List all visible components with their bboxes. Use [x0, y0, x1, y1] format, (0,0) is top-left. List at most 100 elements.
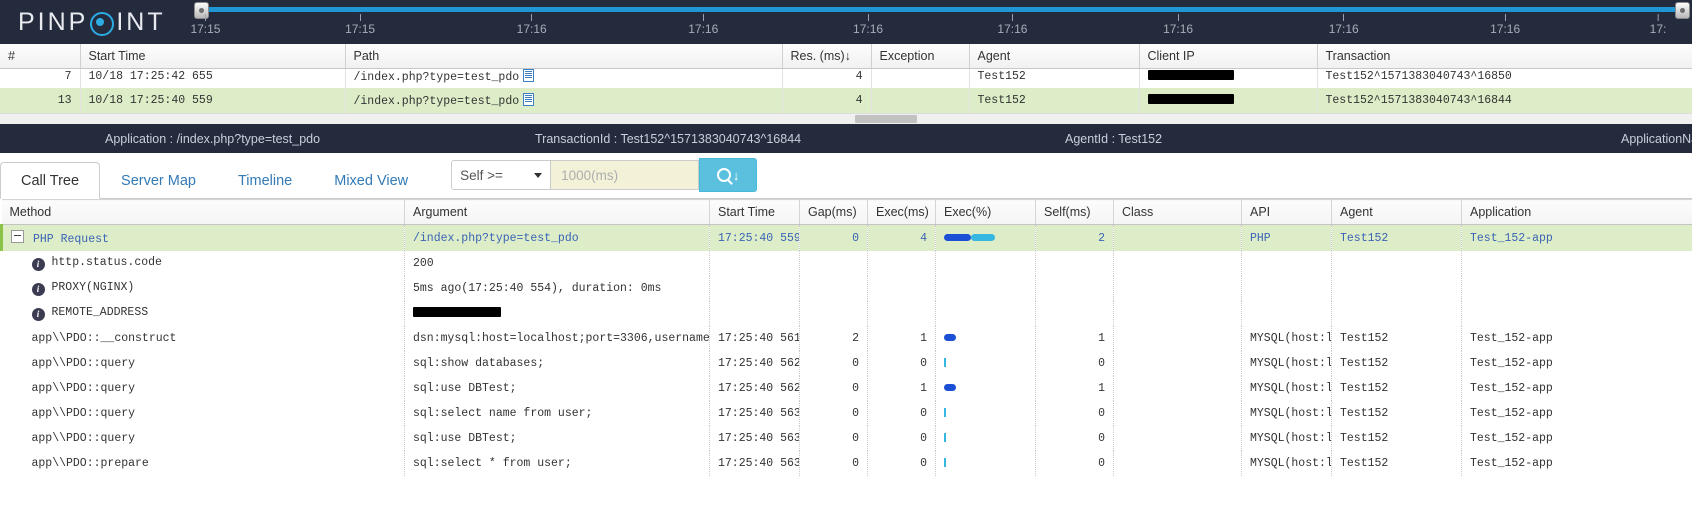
ct-cell-api [1241, 276, 1332, 301]
ct-col-class[interactable]: Class [1113, 199, 1242, 225]
table-row[interactable]: 7 10/18 17:25:42 655/index.php?type=test_… [0, 68, 1692, 88]
ct-cell-start-time: 17:25:40 563 [709, 426, 800, 451]
search-button[interactable]: ↓ [699, 158, 758, 192]
ct-cell-class [1113, 224, 1242, 251]
call-tree-table: Method Argument Start Time Gap(ms) Exec(… [0, 199, 1692, 476]
ct-col-start-time[interactable]: Start Time [709, 199, 800, 225]
info-icon: i [31, 308, 45, 321]
ct-method-label: PROXY(NGINX) [51, 281, 135, 294]
top-navigation-bar: PINP INT 17:15 17:15 17:16 17:16 17:16 17:16 1… [0, 0, 1692, 44]
col-header-transaction[interactable]: Transaction [1317, 44, 1692, 69]
ct-argument-label: sql:select name from user; [413, 407, 593, 420]
ct-argument-label: sql:select * from user; [413, 457, 572, 470]
table-row[interactable]: 13 10/18 17:25:40 559/index.php?type=test… [0, 88, 1692, 113]
document-icon[interactable] [523, 93, 535, 106]
ct-col-application[interactable]: Application [1461, 199, 1692, 225]
ct-cell-argument: sql:use DBTest; [404, 426, 710, 451]
ct-cell-api [1241, 301, 1332, 326]
time-range-slider[interactable]: 17:15 17:15 17:16 17:16 17:16 17:16 17:16 17:16… [180, 0, 1692, 44]
ct-col-exec-ms[interactable]: Exec(ms) [867, 199, 936, 225]
ct-col-exec-pct[interactable]: Exec(%) [935, 199, 1036, 225]
ct-cell-gap-ms: 0 [799, 451, 868, 476]
exec-bar-self [944, 384, 956, 392]
ct-col-argument[interactable]: Argument [404, 199, 710, 225]
ct-cell-class [1113, 276, 1242, 301]
col-header-client-ip[interactable]: Client IP [1139, 44, 1318, 69]
redacted-ip-block [1147, 94, 1234, 104]
call-tree-row[interactable]: i REMOTE_ADDRESS [1, 301, 1692, 326]
call-tree-row[interactable]: app\\PDO::query sql:show databases; 17:25:… [1, 351, 1692, 376]
tick-mark [1504, 14, 1506, 21]
ct-cell-start-time: 17:25:40 562 [709, 351, 800, 376]
ct-argument-label: 200 [413, 257, 434, 270]
ct-cell-exec-ms: 0 [867, 426, 936, 451]
call-tree-row[interactable]: app\\PDO::query sql:use DBTest; 17:25:40 5… [1, 426, 1692, 451]
call-tree-row[interactable]: app\\PDO::__construct dsn:mysql:host=loca… [1, 326, 1692, 351]
ct-cell-method: app\\PDO::query [1, 426, 405, 451]
ct-cell-self-ms: 1 [1035, 326, 1114, 351]
scrollbar-thumb[interactable] [855, 115, 917, 123]
ct-argument-label: sql:use DBTest; [413, 382, 517, 395]
document-icon[interactable] [523, 69, 535, 82]
info-transaction-id: TransactionId : Test152^1571383040743^16… [535, 131, 802, 146]
ct-cell-gap-ms [799, 301, 868, 326]
timeline-tick-6: 17:16 [1163, 14, 1193, 36]
col-header-num[interactable]: # [0, 44, 81, 69]
ct-col-self-ms[interactable]: Self(ms) [1035, 199, 1114, 225]
col-header-start-time[interactable]: Start Time [80, 44, 346, 69]
ct-cell-argument: sql:show databases; [404, 351, 710, 376]
ct-cell-method: PHP Request [0, 224, 405, 251]
col-header-exception[interactable]: Exception [871, 44, 970, 69]
ct-cell-argument: sql:select * from user; [404, 451, 710, 476]
col-header-path[interactable]: Path [345, 44, 783, 69]
tick-mark [531, 14, 533, 21]
logo-text-right: INT [116, 7, 166, 36]
ct-cell-start-time [709, 251, 800, 276]
ct-cell-start-time: 17:25:40 563 [709, 401, 800, 426]
ct-cell-application [1461, 276, 1692, 301]
ct-cell-method: app\\PDO::query [1, 376, 405, 401]
tab-call-tree[interactable]: Call Tree [0, 162, 101, 199]
col-header-res-ms-label: Res. (ms) [790, 49, 845, 63]
timeline-tick-axis: 17:15 17:15 17:16 17:16 17:16 17:16 17:16 17:16… [180, 14, 1692, 44]
timeline-tick-8: 17:16 [1490, 14, 1520, 36]
pinpoint-logo[interactable]: PINP INT [18, 8, 166, 37]
ct-col-method[interactable]: Method [1, 199, 405, 225]
call-tree-row[interactable]: app\\PDO::query sql:select name from user… [1, 401, 1692, 426]
ct-cell-exec-percent-bar [935, 251, 1036, 276]
cell-num: 7 [0, 68, 81, 88]
call-tree-row[interactable]: i PROXY(NGINX) 5ms ago(17:25:40 554), dura… [1, 276, 1692, 301]
filter-condition-select[interactable]: Self >= [451, 160, 552, 190]
call-tree-row[interactable]: app\\PDO::prepare sql:select * from user;… [1, 451, 1692, 476]
ct-method-label: app\\PDO::query [31, 432, 136, 445]
col-header-agent[interactable]: Agent [969, 44, 1140, 69]
call-tree-row[interactable]: app\\PDO::query sql:use DBTest; 17:25:40 5… [1, 376, 1692, 401]
collapse-toggle-icon[interactable] [11, 230, 24, 243]
ct-col-gap-ms[interactable]: Gap(ms) [799, 199, 868, 225]
call-tree-row[interactable]: i http.status.code 200 [1, 251, 1692, 276]
ct-cell-exec-percent-bar [935, 376, 1036, 401]
ct-cell-argument: /index.php?type=test_pdo [404, 224, 710, 251]
ct-argument-label: sql:show databases; [413, 357, 545, 370]
ct-col-api[interactable]: API [1241, 199, 1332, 225]
ct-cell-exec-ms: 0 [867, 401, 936, 426]
tick-label: 17:15 [345, 22, 376, 36]
ct-cell-method: i PROXY(NGINX) [1, 276, 405, 301]
ct-col-agent[interactable]: Agent [1331, 199, 1462, 225]
ct-cell-api [1241, 251, 1332, 276]
tab-server-map[interactable]: Server Map [100, 162, 217, 199]
slider-track[interactable] [198, 7, 1686, 12]
ct-cell-argument: sql:use DBTest; [404, 376, 710, 401]
tick-label: 17:16 [516, 22, 547, 36]
call-tree-root-row[interactable]: PHP Request/index.php?type=test_pdo 17:25… [0, 224, 1692, 251]
transaction-list-horizontal-scrollbar[interactable] [0, 113, 1692, 124]
tick-mark [1177, 14, 1179, 21]
col-header-res-ms[interactable]: Res. (ms)↓ [782, 44, 872, 69]
filter-condition-value: Self >= [460, 167, 503, 183]
ct-cell-self-ms [1035, 276, 1114, 301]
tab-mixed-view[interactable]: Mixed View [313, 162, 429, 199]
timeline-tick-9: 17: [1650, 14, 1666, 36]
tab-timeline[interactable]: Timeline [217, 162, 313, 199]
filter-threshold-input[interactable] [551, 160, 700, 190]
ct-cell-gap-ms: 0 [799, 426, 868, 451]
